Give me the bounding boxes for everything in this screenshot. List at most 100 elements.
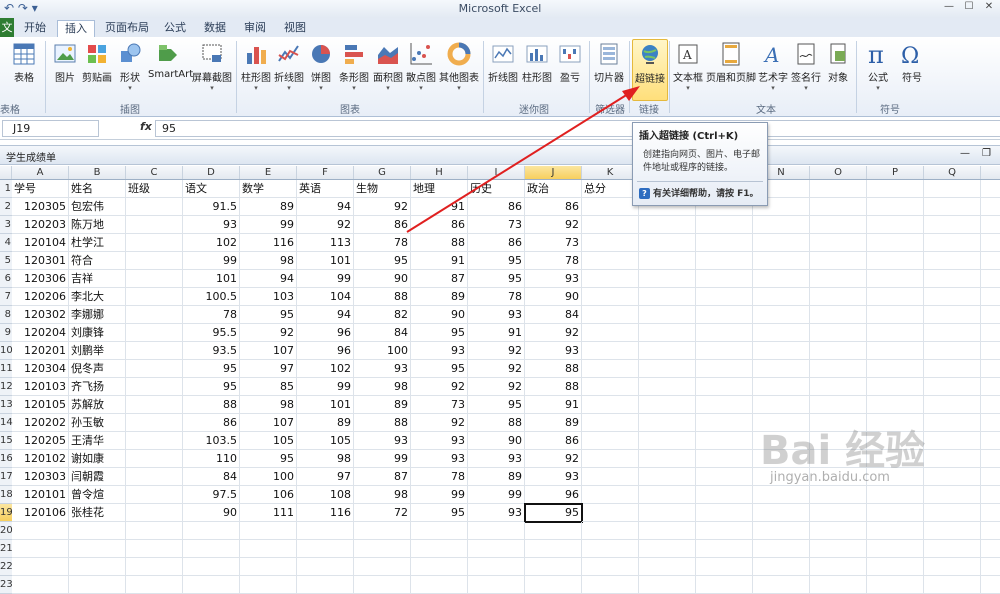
table-cell[interactable] <box>126 504 183 522</box>
row-header[interactable]: 2 <box>0 198 12 216</box>
table-cell[interactable]: 孙玉敏 <box>69 414 126 432</box>
empty-cell[interactable] <box>924 432 981 450</box>
empty-cell[interactable] <box>981 270 1000 288</box>
table-cell[interactable] <box>126 270 183 288</box>
row-header[interactable]: 5 <box>0 252 12 270</box>
workbook-restore-icon[interactable]: ❐ <box>982 148 991 159</box>
table-cell[interactable]: 刘鹏举 <box>69 342 126 360</box>
table-cell[interactable]: 107 <box>240 342 297 360</box>
row-header[interactable]: 9 <box>0 324 12 342</box>
empty-cell[interactable] <box>981 342 1000 360</box>
empty-cell[interactable] <box>696 270 753 288</box>
table-cell[interactable]: 120302 <box>12 306 69 324</box>
empty-cell[interactable] <box>183 576 240 594</box>
table-cell[interactable]: 86 <box>525 198 582 216</box>
empty-cell[interactable] <box>867 324 924 342</box>
table-cell[interactable]: 92 <box>468 378 525 396</box>
empty-cell[interactable] <box>753 342 810 360</box>
table-cell[interactable]: 89 <box>354 396 411 414</box>
empty-cell[interactable] <box>468 522 525 540</box>
empty-cell[interactable] <box>411 576 468 594</box>
empty-cell[interactable] <box>981 252 1000 270</box>
table-cell[interactable] <box>126 468 183 486</box>
table-cell[interactable]: 92 <box>240 324 297 342</box>
table-cell[interactable] <box>126 324 183 342</box>
empty-cell[interactable] <box>639 270 696 288</box>
empty-cell[interactable] <box>639 540 696 558</box>
table-cell[interactable]: 90 <box>468 432 525 450</box>
empty-cell[interactable] <box>867 540 924 558</box>
column-header-i[interactable]: I <box>468 166 525 179</box>
table-cell[interactable]: 103 <box>240 288 297 306</box>
tab-home[interactable]: 开始 <box>18 20 52 37</box>
empty-cell[interactable] <box>810 270 867 288</box>
empty-cell[interactable] <box>924 414 981 432</box>
empty-cell[interactable] <box>639 486 696 504</box>
table-cell[interactable]: 92 <box>525 216 582 234</box>
header-cell[interactable]: 生物 <box>354 180 411 198</box>
object-button[interactable]: 对象 <box>824 39 852 99</box>
table-cell[interactable]: 86 <box>468 234 525 252</box>
row-header[interactable]: 1 <box>0 180 12 198</box>
row-header[interactable]: 13 <box>0 396 13 414</box>
table-cell[interactable]: 86 <box>354 216 411 234</box>
empty-cell[interactable] <box>981 468 1000 486</box>
empty-cell[interactable] <box>126 522 183 540</box>
row-header[interactable]: 15 <box>0 432 13 450</box>
table-cell[interactable]: 91 <box>525 396 582 414</box>
empty-cell[interactable] <box>411 540 468 558</box>
table-cell[interactable]: 120202 <box>12 414 69 432</box>
table-cell[interactable]: 96 <box>525 486 582 504</box>
empty-cell[interactable] <box>639 216 696 234</box>
empty-cell[interactable] <box>810 306 867 324</box>
empty-cell[interactable] <box>240 576 297 594</box>
empty-cell[interactable] <box>639 468 696 486</box>
table-cell[interactable]: 120205 <box>12 432 69 450</box>
empty-cell[interactable] <box>639 234 696 252</box>
empty-cell[interactable] <box>924 396 981 414</box>
empty-cell[interactable] <box>582 486 639 504</box>
empty-cell[interactable] <box>753 288 810 306</box>
table-cell[interactable]: 88 <box>411 234 468 252</box>
header-cell[interactable]: 学号 <box>12 180 69 198</box>
table-cell[interactable]: 120203 <box>12 216 69 234</box>
empty-cell[interactable] <box>639 450 696 468</box>
table-cell[interactable] <box>126 198 183 216</box>
empty-cell[interactable] <box>696 486 753 504</box>
empty-cell[interactable] <box>867 558 924 576</box>
empty-cell[interactable] <box>639 576 696 594</box>
table-cell[interactable]: 99 <box>297 378 354 396</box>
empty-cell[interactable] <box>639 558 696 576</box>
table-cell[interactable] <box>126 216 183 234</box>
empty-cell[interactable] <box>525 576 582 594</box>
empty-cell[interactable] <box>753 576 810 594</box>
table-cell[interactable]: 73 <box>525 234 582 252</box>
empty-cell[interactable] <box>753 324 810 342</box>
empty-cell[interactable] <box>924 180 981 198</box>
table-cell[interactable]: 杜学江 <box>69 234 126 252</box>
table-cell[interactable] <box>126 288 183 306</box>
table-cell[interactable]: 李娜娜 <box>69 306 126 324</box>
empty-cell[interactable] <box>183 522 240 540</box>
insert-function-icon[interactable]: fx <box>140 120 152 133</box>
empty-cell[interactable] <box>696 324 753 342</box>
table-cell[interactable]: 88 <box>525 360 582 378</box>
table-cell[interactable]: 87 <box>354 468 411 486</box>
table-cell[interactable]: 88 <box>525 378 582 396</box>
empty-cell[interactable] <box>696 540 753 558</box>
empty-cell[interactable] <box>810 558 867 576</box>
empty-cell[interactable] <box>639 378 696 396</box>
table-cell[interactable]: 88 <box>354 288 411 306</box>
header-cell[interactable]: 数学 <box>240 180 297 198</box>
empty-cell[interactable] <box>981 486 1000 504</box>
empty-cell[interactable] <box>924 360 981 378</box>
table-cell[interactable]: 包宏伟 <box>69 198 126 216</box>
row-header[interactable]: 17 <box>0 468 13 486</box>
column-header-f[interactable]: F <box>297 166 354 179</box>
table-cell[interactable]: 86 <box>411 216 468 234</box>
table-cell[interactable]: 78 <box>354 234 411 252</box>
empty-cell[interactable] <box>639 396 696 414</box>
table-cell[interactable]: 120105 <box>12 396 69 414</box>
table-cell[interactable]: 105 <box>240 432 297 450</box>
row-header[interactable]: 23 <box>0 576 13 594</box>
